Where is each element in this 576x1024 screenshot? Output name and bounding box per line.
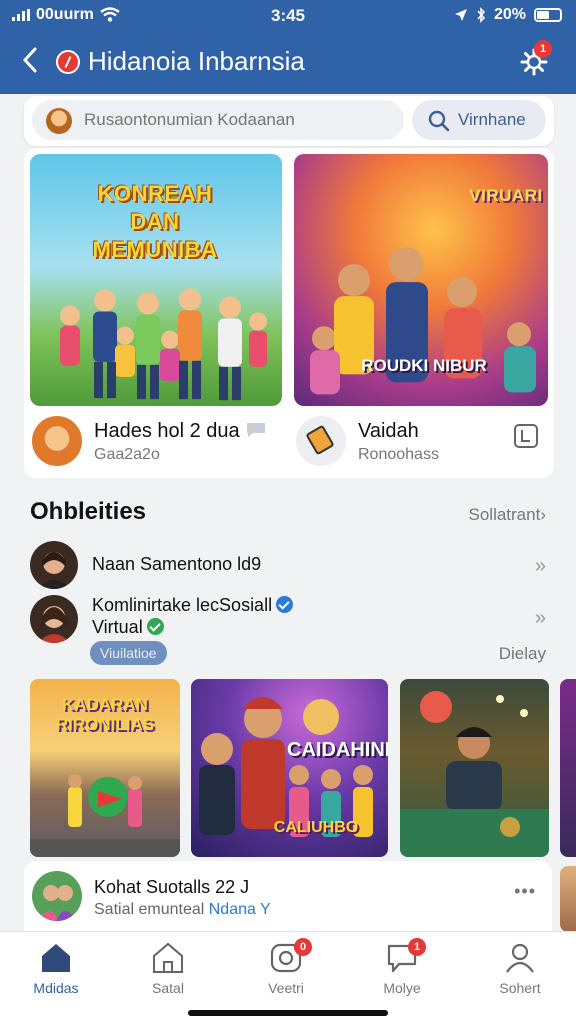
verified-icon: [276, 596, 294, 613]
user-name: Naan Samentono ld9: [92, 554, 262, 574]
more-options-button[interactable]: •••: [514, 881, 536, 902]
video-thumbnail-5[interactable]: [560, 866, 576, 932]
post-subtitle: Satial emunteal Ndana Y: [94, 901, 271, 918]
nav-profile[interactable]: Sohert: [470, 942, 570, 1002]
chat-icon: [247, 423, 266, 437]
bookmark-icon[interactable]: [512, 422, 540, 450]
tag-pill[interactable]: Viuilatioe: [90, 641, 167, 665]
nav-explore[interactable]: Satal: [118, 942, 218, 1002]
search-button-label: Virnhane: [458, 110, 526, 129]
display-label[interactable]: Dielay: [499, 644, 546, 664]
featured-subtitle: Ronoohass: [358, 446, 439, 463]
nav-badge: 1: [408, 938, 426, 956]
verified-icon: [146, 618, 164, 635]
page-title: Hidanoia Inbarnsia: [88, 46, 305, 76]
user-avatar[interactable]: [46, 108, 72, 134]
home-icon: [42, 944, 70, 972]
app-logo: [56, 50, 80, 74]
user-avatar: [30, 595, 78, 643]
user-avatar: [30, 541, 78, 589]
location-icon: [454, 9, 467, 21]
gaming-illustration: [400, 691, 549, 857]
document-icon: [296, 416, 346, 466]
nav-home[interactable]: Mdidas: [6, 942, 106, 1002]
search-card: Virnhane: [24, 96, 554, 146]
crowd-illustration: [310, 246, 536, 394]
section-title: Ohbleities: [30, 498, 147, 525]
video-caption: CALIUHBO: [273, 819, 359, 836]
video-title: KADARAN RIRONILIAS: [55, 695, 155, 734]
nav-label: Mdidas: [33, 980, 79, 996]
poster-title: VIRUARI: [469, 186, 543, 205]
house-outline-icon: [153, 942, 183, 973]
search-input[interactable]: [84, 106, 394, 134]
app-header: Hidanoia Inbarnsia 1: [0, 36, 576, 88]
see-all-link[interactable]: Sollatrant›: [469, 505, 547, 525]
featured-meta-1[interactable]: Hades hol 2 dua Gaa2a2o: [32, 416, 282, 470]
featured-card: KONREAH DAN MEMUNIBA VIRUARI ROUDKI NIBU…: [24, 148, 554, 478]
video-title: CAIDAHINI: [287, 739, 388, 761]
battery-icon: [534, 8, 562, 22]
poster-title: KONREAH DAN MEMUNIBA: [92, 181, 218, 262]
video-thumbnail-2[interactable]: CAIDAHINI CALIUHBO: [191, 679, 388, 857]
character-icon: [32, 416, 82, 466]
notification-badge: 1: [534, 40, 552, 58]
featured-meta-2[interactable]: Vaidah Ronoohass: [296, 416, 546, 470]
user-name: Komlinirtake lecSosiall: [92, 595, 294, 616]
nav-camera[interactable]: 0 Veetri: [236, 938, 336, 1002]
search-field: [32, 100, 404, 140]
chevron-right-icon[interactable]: »: [535, 555, 546, 578]
nav-label: Sohert: [499, 980, 541, 996]
nav-label: Veetri: [268, 980, 304, 996]
battery-percent: 20%: [493, 6, 526, 23]
chevron-right-icon[interactable]: »: [535, 607, 546, 630]
user-subtitle: Virtual: [92, 617, 164, 638]
settings-button[interactable]: 1: [520, 40, 552, 76]
video-thumbnail-1[interactable]: KADARAN RIRONILIAS: [30, 679, 180, 857]
user-row[interactable]: Komlinirtake lecSosiall Virtual »: [30, 595, 552, 645]
post-item[interactable]: Kohat Suotalls 22 J Satial emunteal Ndan…: [24, 861, 552, 931]
featured-thumbnail-1[interactable]: KONREAH DAN MEMUNIBA: [30, 154, 282, 406]
back-button[interactable]: [20, 46, 46, 76]
nav-badge: 0: [294, 938, 312, 956]
chevron-left-icon: [22, 47, 37, 73]
featured-title: Hades hol 2 dua: [94, 420, 267, 443]
person-icon: [506, 943, 534, 973]
crowd-illustration: [60, 288, 267, 400]
top-bar: 00uurm 3:45 20% Hidanoia Inbarnsia 1: [0, 0, 576, 94]
status-bar: 00uurm 3:45 20%: [0, 0, 576, 32]
video-thumbnail-3[interactable]: [400, 679, 549, 857]
poster-caption: ROUDKI NIBUR: [361, 356, 487, 375]
featured-subtitle: Gaa2a2o: [94, 446, 160, 463]
nav-messages[interactable]: 1 Molye: [352, 938, 452, 1002]
search-icon: [428, 110, 450, 132]
street-illustration: [30, 774, 180, 857]
post-title: Kohat Suotalls 22 J: [94, 877, 250, 897]
featured-title: Vaidah: [358, 420, 419, 442]
home-indicator: [188, 1010, 388, 1016]
search-button[interactable]: Virnhane: [412, 100, 546, 140]
user-row[interactable]: Naan Samentono ld9 »: [30, 541, 552, 589]
nav-label: Molye: [383, 980, 421, 996]
post-avatar: [32, 871, 82, 921]
bluetooth-icon: [477, 7, 486, 23]
nav-label: Satal: [152, 980, 184, 996]
featured-thumbnail-2[interactable]: VIRUARI ROUDKI NIBUR: [294, 154, 548, 406]
video-thumbnail-4[interactable]: [560, 679, 576, 857]
